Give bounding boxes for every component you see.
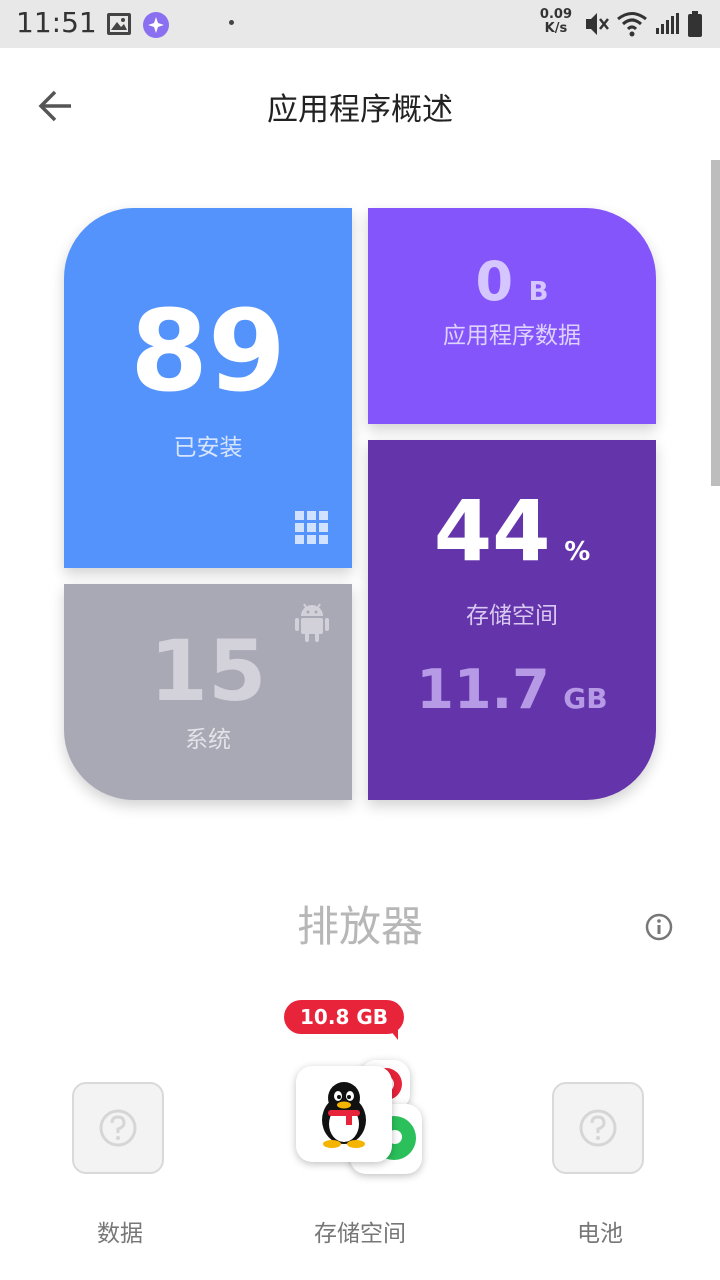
android-icon: [295, 603, 329, 642]
penguin-icon: [322, 1082, 366, 1148]
system-label: 系统: [185, 727, 231, 753]
status-bar: 11:51 0.09 K/s: [0, 0, 720, 48]
section-title: 排放器: [296, 902, 423, 951]
data-drainer-label: 数据: [97, 1221, 143, 1247]
app-data-tile[interactable]: 0 B 应用程序数据: [368, 208, 656, 424]
scrollbar[interactable]: [711, 160, 720, 486]
question-icon: [579, 1109, 617, 1147]
storage-size-badge: 10.8 GB: [284, 1000, 404, 1034]
net-speed-unit: K/s: [544, 21, 568, 36]
network-speed: 0.09 K/s: [540, 8, 572, 36]
storage-size-group: 11.7 GB: [368, 658, 656, 721]
app-data-value: 0: [475, 250, 514, 313]
app-data-label: 应用程序数据: [443, 323, 581, 349]
status-time: 11:51: [16, 6, 97, 39]
battery-drainer-button[interactable]: [552, 1082, 644, 1174]
data-drainer-button[interactable]: [72, 1082, 164, 1174]
app-data-value-group: 0 B: [368, 250, 656, 313]
mute-icon: [586, 13, 609, 35]
installed-label: 已安装: [173, 435, 243, 461]
installed-count: 89: [130, 287, 286, 417]
storage-percent-value: 44: [433, 482, 551, 580]
battery-icon: [688, 11, 702, 37]
net-speed-value: 0.09: [539, 7, 572, 22]
system-apps-tile[interactable]: 15 系统: [64, 584, 352, 800]
storage-label: 存储空间: [466, 603, 558, 629]
notification-dot-icon: [229, 20, 234, 25]
storage-tile[interactable]: 44 % 存储空间 11.7 GB: [368, 440, 656, 800]
installed-apps-tile[interactable]: 89 已安装: [64, 208, 352, 568]
badge-pointer: [390, 1030, 398, 1040]
assistant-notification-icon: [143, 12, 169, 38]
battery-drainer-label: 电池: [577, 1221, 623, 1247]
grid-icon: [295, 511, 328, 544]
page-title: 应用程序概述: [267, 92, 453, 128]
signal-icon: [656, 13, 679, 34]
storage-drainer-label: 存储空间: [314, 1221, 406, 1247]
gallery-notification-icon: [107, 13, 131, 35]
storage-percent-group: 44 %: [368, 482, 656, 580]
app-data-unit: B: [528, 277, 549, 307]
info-icon[interactable]: [645, 913, 673, 941]
storage-size-unit: GB: [563, 682, 608, 715]
qq-app-logo[interactable]: [296, 1066, 392, 1162]
wifi-icon: [617, 12, 647, 37]
storage-size-value: 11.7: [416, 658, 550, 721]
storage-percent-unit: %: [564, 537, 591, 567]
question-icon: [99, 1109, 137, 1147]
